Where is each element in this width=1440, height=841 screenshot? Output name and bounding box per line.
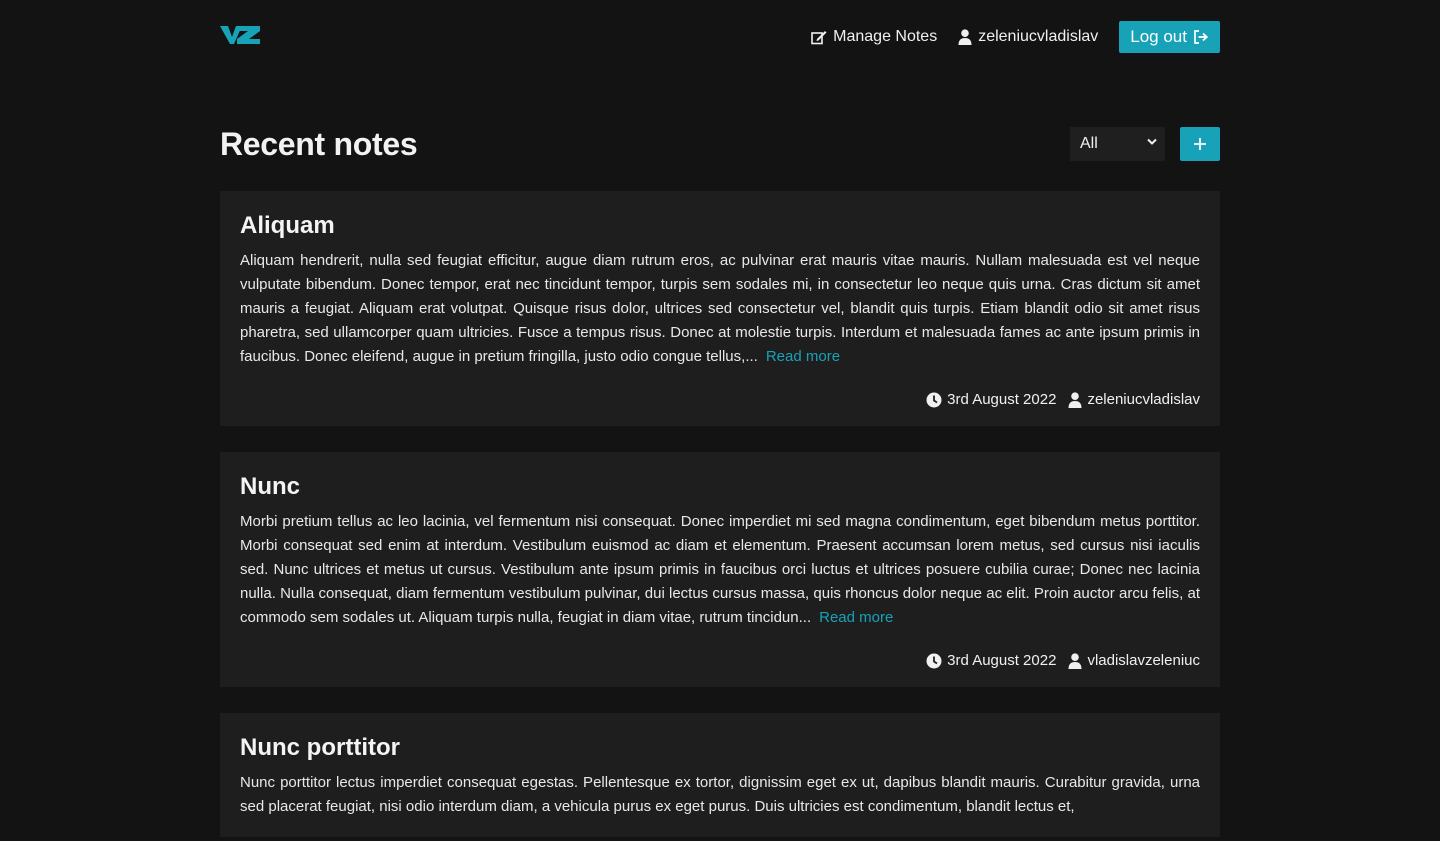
note-card: Nunc Morbi pretium tellus ac leo lacinia…: [220, 452, 1220, 687]
user-icon: [1068, 652, 1082, 669]
heading-row: Recent notes All: [220, 126, 1220, 162]
note-author: zeleniucvladislav: [1068, 391, 1200, 408]
read-more-link[interactable]: Read more: [766, 348, 840, 365]
note-card: Nunc porttitor Nunc porttitor lectus imp…: [220, 713, 1220, 837]
note-excerpt-text: Aliquam hendrerit, nulla sed feugiat eff…: [240, 252, 1200, 365]
logout-button[interactable]: Log out: [1119, 21, 1220, 53]
logout-label: Log out: [1130, 27, 1187, 46]
note-excerpt: Aliquam hendrerit, nulla sed feugiat eff…: [240, 249, 1200, 369]
note-excerpt: Nunc porttitor lectus imperdiet consequa…: [240, 771, 1200, 819]
manage-notes-label: Manage Notes: [833, 28, 938, 45]
note-excerpt: Morbi pretium tellus ac leo lacinia, vel…: [240, 510, 1200, 630]
note-excerpt-text: Morbi pretium tellus ac leo lacinia, vel…: [240, 513, 1200, 626]
note-title[interactable]: Nunc porttitor: [240, 733, 1200, 763]
clock-icon: [926, 653, 942, 668]
plus-icon: [1194, 138, 1206, 150]
note-meta: 3rd August 2022 vladislavzeleniuc: [240, 652, 1200, 669]
note-date: 3rd August 2022: [926, 652, 1056, 669]
note-meta: 3rd August 2022 zeleniucvladislav: [240, 391, 1200, 408]
note-title[interactable]: Aliquam: [240, 211, 1200, 241]
sign-out-icon: [1194, 30, 1209, 44]
note-title[interactable]: Nunc: [240, 472, 1200, 502]
clock-icon: [926, 392, 942, 407]
logo[interactable]: [220, 24, 260, 46]
note-date-text: 3rd August 2022: [947, 652, 1057, 669]
note-card: Aliquam Aliquam hendrerit, nulla sed feu…: [220, 191, 1220, 426]
filter-selected-value: All: [1080, 135, 1098, 152]
read-more-link[interactable]: Read more: [819, 609, 893, 626]
user-icon: [1068, 391, 1082, 408]
notes-list: Aliquam Aliquam hendrerit, nulla sed feu…: [220, 191, 1220, 837]
edit-icon: [811, 30, 827, 44]
add-note-button[interactable]: [1180, 127, 1220, 161]
note-author-text: zeleniucvladislav: [1087, 391, 1200, 408]
user-profile-link[interactable]: zeleniucvladislav: [958, 28, 1098, 46]
page-title: Recent notes: [220, 125, 418, 162]
notes-controls: All: [1070, 127, 1220, 161]
note-date-text: 3rd August 2022: [947, 391, 1057, 408]
note-author: vladislavzeleniuc: [1068, 652, 1200, 669]
username-label: zeleniucvladislav: [978, 28, 1099, 45]
note-excerpt-text: Nunc porttitor lectus imperdiet consequa…: [240, 774, 1200, 815]
vz-logo-icon: [220, 26, 260, 44]
filter-select[interactable]: All: [1070, 127, 1165, 161]
page-container: Manage Notes zeleniucvladislav Log out R…: [220, 0, 1220, 837]
navbar: Manage Notes zeleniucvladislav Log out: [220, 0, 1220, 74]
manage-notes-link[interactable]: Manage Notes: [811, 28, 937, 46]
note-author-text: vladislavzeleniuc: [1087, 652, 1200, 669]
nav-right: Manage Notes zeleniucvladislav Log out: [811, 21, 1220, 53]
chevron-down-icon: [1147, 138, 1157, 145]
user-icon: [958, 29, 972, 45]
note-date: 3rd August 2022: [926, 391, 1056, 408]
